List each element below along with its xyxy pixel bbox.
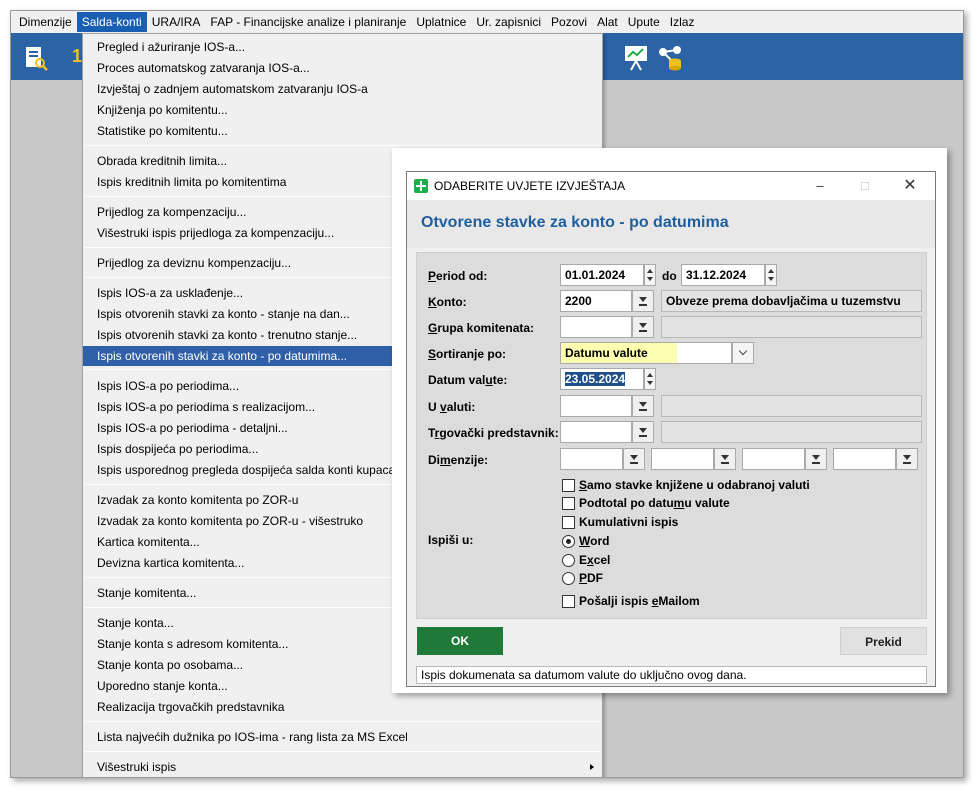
report-heading: Otvorene stavke za konto - po datumima [421,214,729,231]
u-valuti-lookup-icon[interactable] [632,395,654,417]
menu-pozovi[interactable]: Pozovi [546,12,592,32]
dimenzija-4-lookup-icon[interactable] [896,448,918,470]
menu-item-knjizenja-komitent[interactable]: Knjiženja po komitentu... [83,100,602,120]
menu-separator [85,751,600,752]
menu-separator [85,721,600,722]
presentation-chart-icon[interactable] [623,44,649,75]
samo-stavke-label: Samo stavke knjižene u odabranoj valuti [579,478,810,492]
minimize-icon[interactable]: – [805,176,835,196]
u-valuti-label: U valuti: [428,400,476,414]
period-from-input[interactable]: 01.01.2024 [560,264,644,286]
period-to-input[interactable]: 31.12.2024 [681,264,765,286]
report-dialog: ODABERITE UVJETE IZVJEŠTAJA – □ ✕ Otvore… [406,171,936,687]
datum-valute-input[interactable]: 23.05.2024 [560,368,644,390]
pdf-radio[interactable] [562,572,575,585]
menu-salda-konti[interactable]: Salda-konti [76,12,147,32]
report-search-icon[interactable] [23,45,49,74]
menu-item-visestruki-ispis-label: Višestruki ispis [97,760,177,774]
sortiranje-label: Sortiranje po: [428,347,507,361]
menu-dimenzije[interactable]: Dimenzije [14,12,77,32]
sortiranje-select[interactable]: Datumu valute [560,342,732,364]
konto-description: Obveze prema dobavljačima u tuzemstvu [661,290,922,312]
grupa-lookup-icon[interactable] [632,316,654,338]
sortiranje-value: Datumu valute [565,346,648,360]
status-bar: Ispis dokumenata sa datumom valute do uk… [416,666,927,684]
period-from-spinner[interactable] [644,264,656,286]
menu-separator [85,145,600,146]
dimenzija-2-lookup-icon[interactable] [714,448,736,470]
menu-item-pregled-ios[interactable]: Pregled i ažuriranje IOS-a... [83,37,602,57]
menu-item-realizacija-predstavnika[interactable]: Realizacija trgovačkih predstavnika [83,697,602,717]
kumulativni-label: Kumulativni ispis [579,515,679,529]
datum-valute-value: 23.05.2024 [565,372,626,386]
predstavnik-label: Trgovački predstavnik: [428,426,559,440]
do-label: do [662,269,677,283]
kumulativni-checkbox[interactable] [562,516,575,529]
u-valuti-input[interactable] [560,395,632,417]
network-database-icon[interactable] [657,44,685,75]
podtotal-label: Podtotal po datumu valute [579,496,730,510]
menu-item-proces-zatvaranja[interactable]: Proces automatskog zatvaranja IOS-a... [83,58,602,78]
samo-stavke-checkbox[interactable] [562,479,575,492]
toolbar-partial-glyph: 1 [72,46,83,66]
dialog-header: Otvorene stavke za konto - po datumima [407,200,935,248]
dimenzija-2-input[interactable] [651,448,714,470]
maximize-icon[interactable]: □ [850,176,880,196]
menubar: Dimenzije Salda-konti URA/IRA FAP - Fina… [11,11,963,33]
word-radio[interactable] [562,535,575,548]
menu-item-lista-duznika[interactable]: Lista najvećih dužnika po IOS-ima - rang… [83,727,602,747]
predstavnik-lookup-icon[interactable] [632,421,654,443]
predstavnik-input[interactable] [560,421,632,443]
dialog-title: ODABERITE UVJETE IZVJEŠTAJA [434,179,626,193]
podtotal-checkbox[interactable] [562,497,575,510]
cancel-button[interactable]: Prekid [840,627,927,655]
menu-item-izvjestaj-zatvaranje[interactable]: Izvještaj o zadnjem automatskom zatvaran… [83,79,602,99]
menu-item-visestruki-ispis[interactable]: Višestruki ispis [83,757,602,777]
email-label: Pošalji ispis eMailom [579,594,700,608]
close-icon[interactable]: ✕ [895,176,925,196]
dimenzija-3-lookup-icon[interactable] [805,448,827,470]
menu-ura-ira[interactable]: URA/IRA [147,12,206,32]
excel-radio[interactable] [562,554,575,567]
menu-fap[interactable]: FAP - Financijske analize i planiranje [205,12,411,32]
konto-input[interactable]: 2200 [560,290,632,312]
submenu-arrow-icon [590,764,594,770]
menu-alat[interactable]: Alat [592,12,623,32]
predstavnik-description [661,421,922,443]
menu-ur-zapisnici[interactable]: Ur. zapisnici [471,12,546,32]
konto-label: Konto: [428,295,467,309]
ok-button[interactable]: OK [417,627,503,655]
chevron-down-icon[interactable] [732,342,754,364]
grupa-label: Grupa komitenata: [428,321,535,335]
menu-uplatnice[interactable]: Uplatnice [411,12,471,32]
period-to-spinner[interactable] [765,264,777,286]
dimenzija-1-input[interactable] [560,448,623,470]
menu-izlaz[interactable]: Izlaz [665,12,700,32]
datum-valute-label: Datum valute: [428,373,508,387]
email-checkbox[interactable] [562,595,575,608]
grupa-input[interactable] [560,316,632,338]
u-valuti-description [661,395,922,417]
dimenzija-1-lookup-icon[interactable] [623,448,645,470]
excel-label: Excel [579,553,611,567]
dimenzija-3-input[interactable] [742,448,805,470]
ispisi-u-label: Ispiši u: [428,533,474,547]
pdf-label: PDF [579,571,604,585]
dimenzije-label: Dimenzije: [428,453,489,467]
dialog-titlebar[interactable]: ODABERITE UVJETE IZVJEŠTAJA – □ ✕ [407,172,935,200]
datum-valute-spinner[interactable] [644,368,656,390]
menu-item-statistike-komitent[interactable]: Statistike po komitentu... [83,121,602,141]
grupa-description [661,316,922,338]
menu-upute[interactable]: Upute [623,12,665,32]
dimenzija-4-input[interactable] [833,448,896,470]
word-label: Word [579,534,610,548]
criteria-panel: Period od: 01.01.2024 do 31.12.2024 Kont… [416,252,927,619]
period-od-label: Period od: [428,269,488,283]
app-plus-icon [414,179,428,193]
konto-lookup-icon[interactable] [632,290,654,312]
